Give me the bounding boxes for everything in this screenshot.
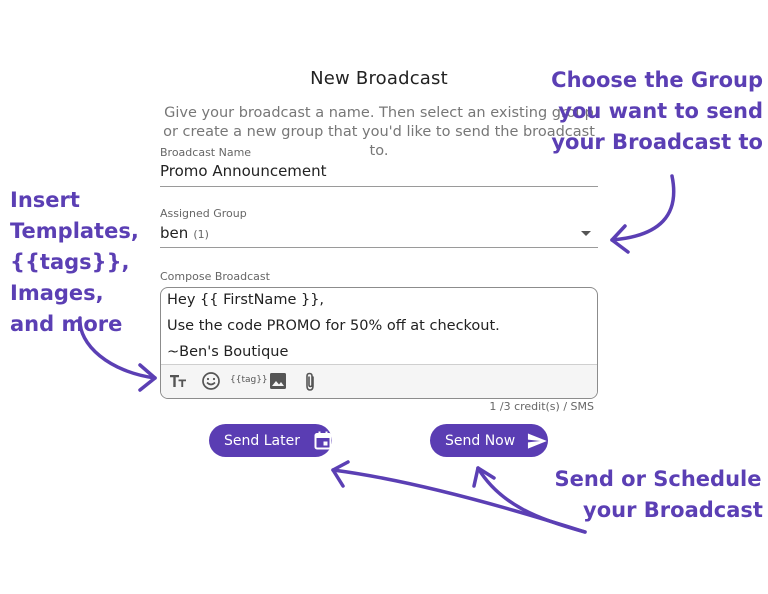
annotation-arrows (78, 174, 676, 534)
arrow-to-send-later (331, 468, 587, 534)
